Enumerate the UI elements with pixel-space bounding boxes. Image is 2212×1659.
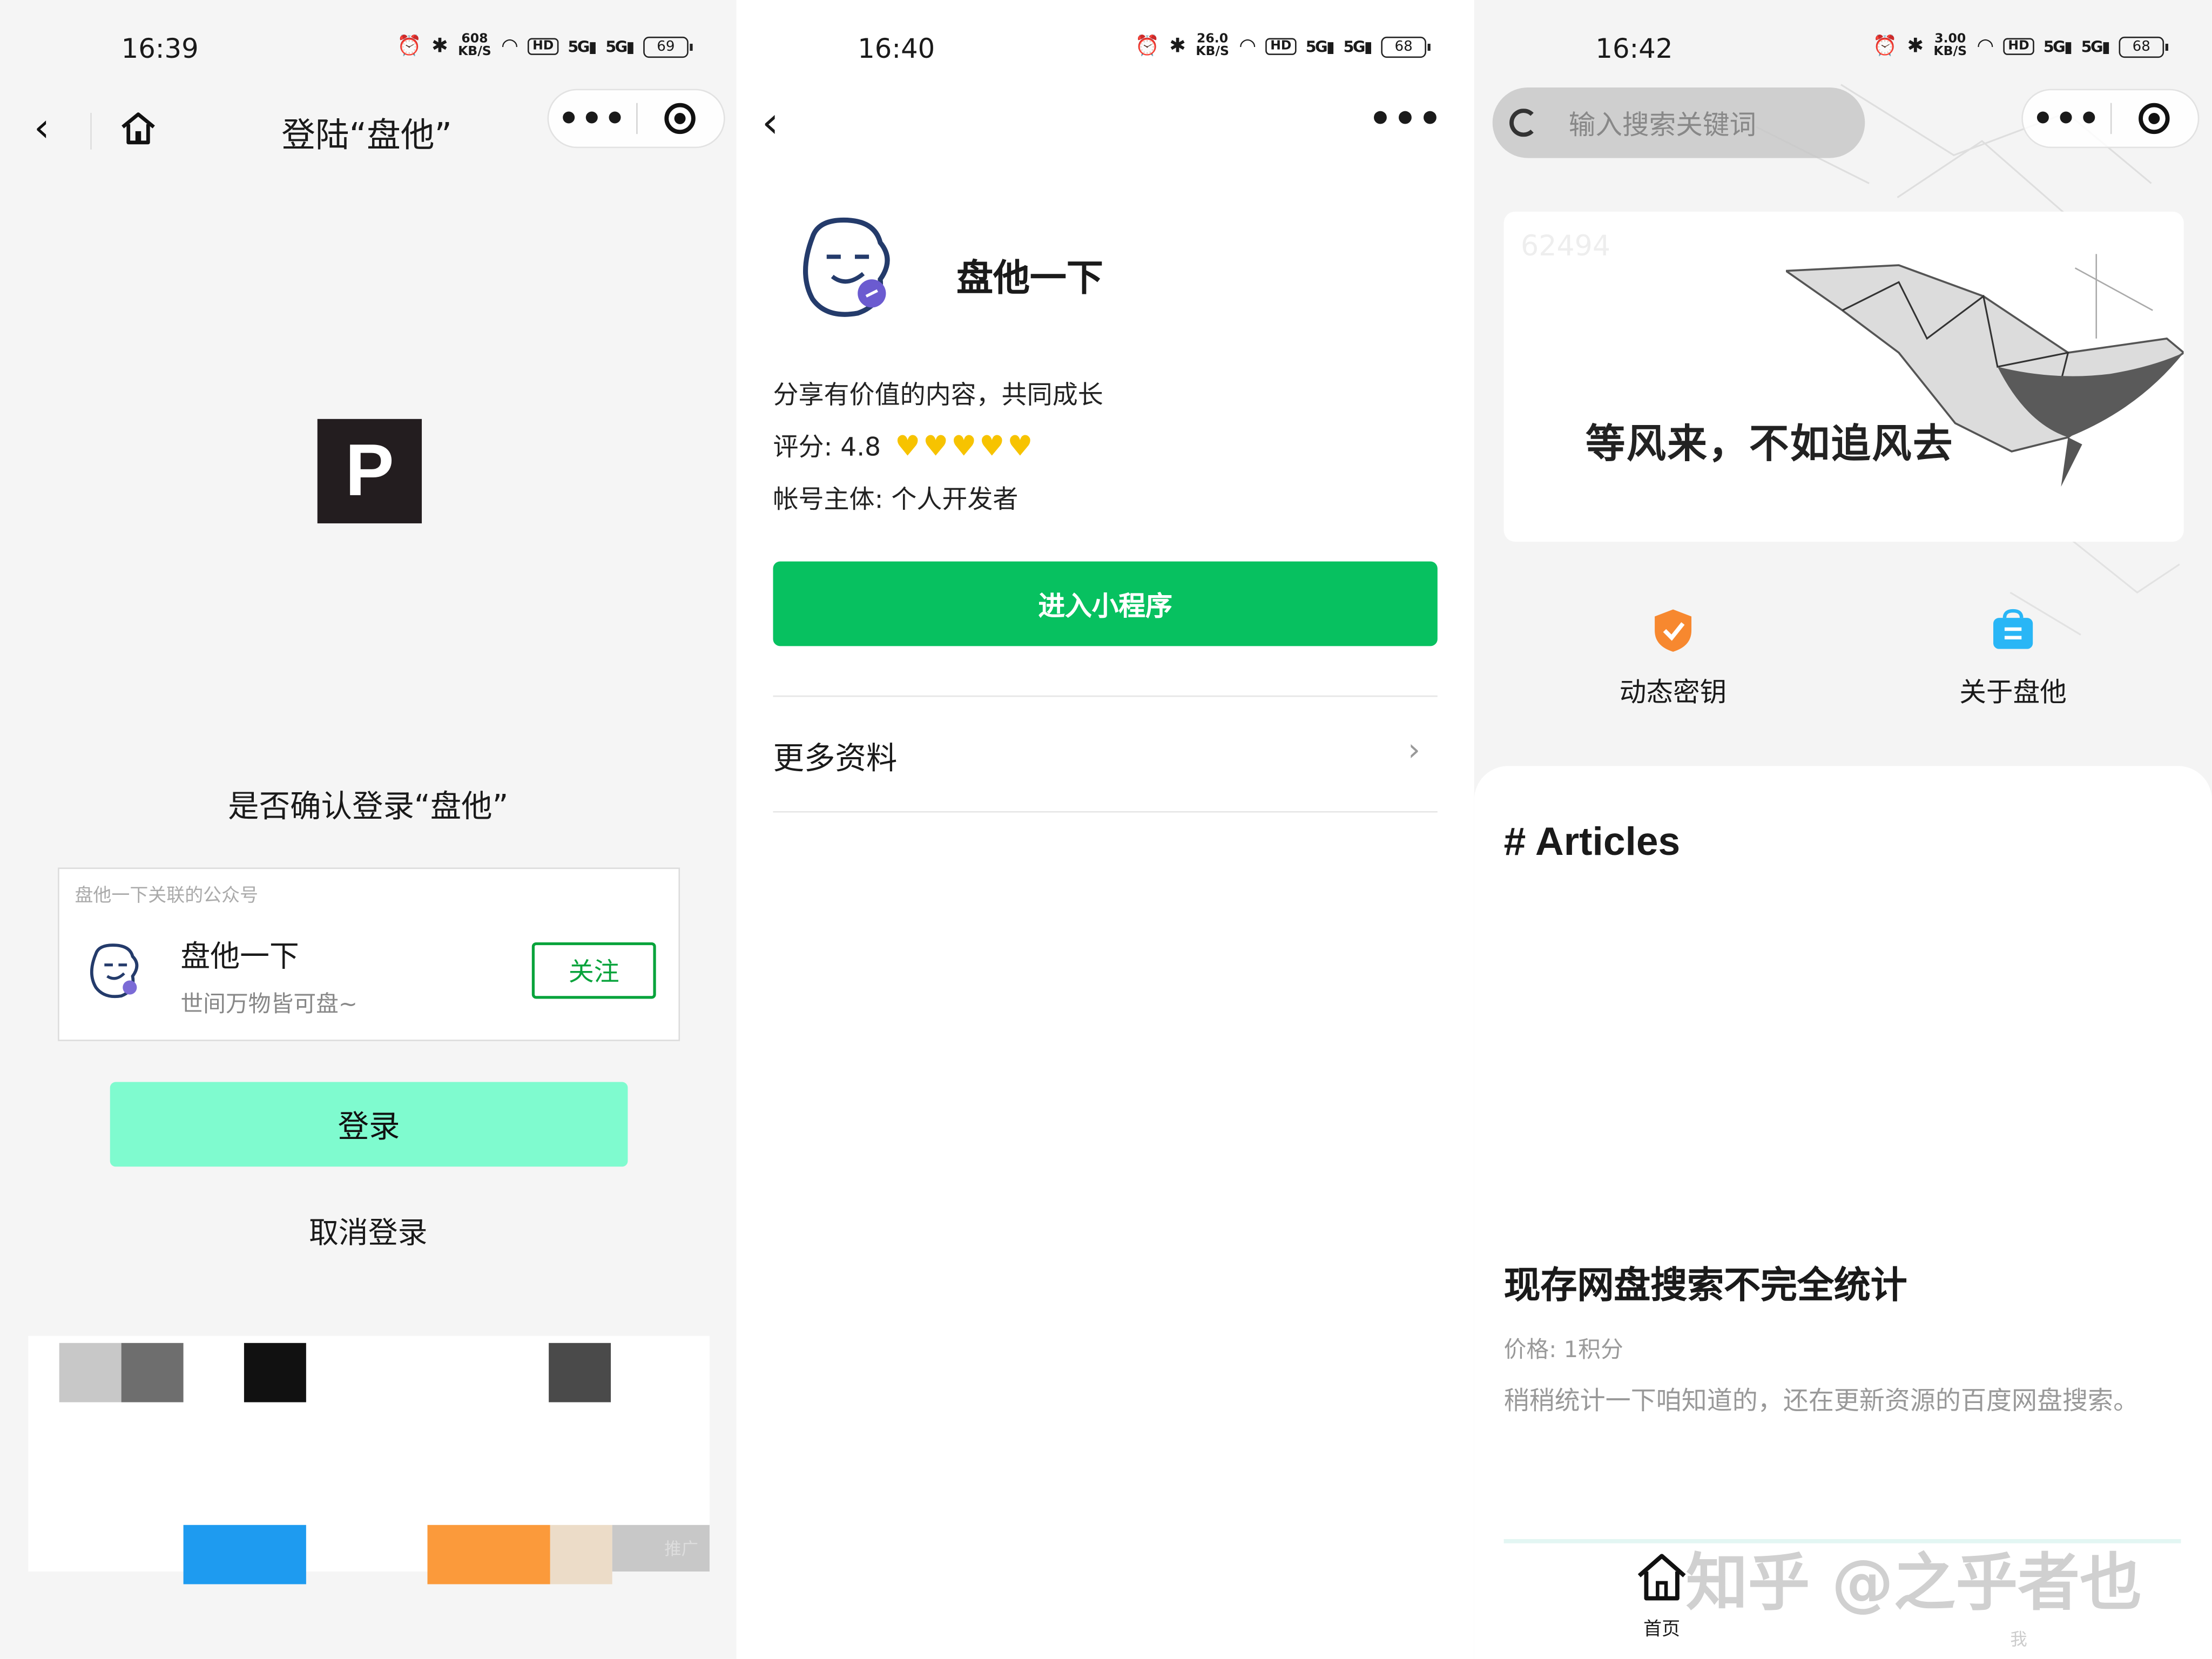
app-avatar (793, 212, 906, 325)
confirm-prompt: 是否确认登录“盘他” (228, 790, 509, 826)
alarm-icon: ⏰ (397, 35, 422, 58)
close-miniprogram-button[interactable] (2112, 103, 2197, 134)
banner-slogan: 等风来，不如追风去 (1586, 420, 1954, 467)
more-menu-button[interactable]: ••• (549, 102, 636, 136)
watermark: 知乎 @之乎者也 (1685, 1547, 2142, 1620)
alarm-icon: ⏰ (1872, 35, 1898, 58)
article-description: 稍稍统计一下咱知道的，还在更新资源的百度网盘搜索。 (1503, 1386, 2139, 1417)
status-bar: 16:42 ⏰ ✱ 3.00 KB/S ◠ HD 5G▮ 5G▮ 68 (1474, 25, 2212, 73)
battery-icon: 68 (1381, 36, 1431, 57)
follow-button[interactable]: 关注 (531, 942, 656, 999)
heart-rating-icon: ♥♥♥♥♥ (895, 429, 1036, 463)
nav-divider (90, 112, 92, 150)
status-bar: 16:40 ⏰ ✱ 26.0 KB/S ◠ HD 5G▮ 5G▮ 68 (737, 25, 1474, 73)
status-bar: 16:39 ⏰ ✱ 608 KB/S ◠ HD 5G▮ 5G▮ 69 (0, 25, 737, 73)
back-icon[interactable]: ‹ (34, 104, 50, 151)
enter-miniprogram-button[interactable]: 进入小程序 (773, 561, 1438, 646)
divider (773, 811, 1438, 813)
target-icon (2139, 103, 2170, 134)
articles-section: # Articles 现存网盘搜索不完全统计 价格: 1积分 稍稍统计一下咱知道… (1474, 766, 2212, 1659)
app-rating: 评分: 4.8 ♥♥♥♥♥ (773, 427, 1035, 464)
rating-label: 评分: 4.8 (773, 433, 881, 463)
battery-icon: 69 (643, 36, 693, 57)
ad-banner[interactable]: 推广 (28, 1336, 710, 1584)
feature-label: 关于盘他 (1959, 677, 2067, 709)
search-placeholder: 输入搜索关键词 (1568, 109, 1757, 140)
account-card-header: 盘他一下关联的公众号 (75, 886, 259, 907)
ad-pixel-block (121, 1343, 184, 1402)
network-speed: 608 KB/S (458, 32, 491, 59)
account-owner: 帐号主体: 个人开发者 (773, 485, 1019, 515)
miniprogram-capsule: ••• (547, 89, 725, 149)
network-speed: 3.00 KB/S (1933, 32, 1967, 59)
login-confirm-screen: 16:39 ⏰ ✱ 608 KB/S ◠ HD 5G▮ 5G▮ 69 ‹ 登陆“盘… (0, 0, 737, 1659)
shield-check-icon (1655, 609, 1692, 652)
bag-info-icon (1993, 609, 2033, 649)
banner-number: 62494 (1520, 228, 1611, 262)
miniprogram-capsule: ••• (2021, 89, 2200, 149)
account-description: 世间万物皆可盘~ (180, 990, 358, 1017)
signal-icon: 5G▮ (568, 37, 597, 56)
avatar (85, 940, 147, 1007)
miniprogram-home-screen: 16:42 ⏰ ✱ 3.00 KB/S ◠ HD 5G▮ 5G▮ 68 输入搜索关… (1474, 0, 2212, 1659)
close-miniprogram-button[interactable] (638, 103, 724, 134)
bluetooth-icon: ✱ (1169, 35, 1186, 58)
articles-heading: # Articles (1503, 819, 1681, 864)
back-icon[interactable]: ‹ (762, 99, 779, 148)
banner[interactable]: 62494 等风来，不如追风去 (1503, 211, 2184, 542)
app-name: 盘他一下 (956, 258, 1103, 301)
home-icon[interactable] (118, 109, 158, 154)
hd-icon: HD (528, 38, 558, 55)
bluetooth-icon: ✱ (431, 35, 448, 58)
ad-pixel-block (59, 1343, 122, 1402)
wifi-icon: ◠ (501, 35, 518, 58)
chevron-right-icon: › (1407, 733, 1420, 769)
hd-icon: HD (1266, 38, 1296, 55)
ad-pixel-block (183, 1525, 306, 1584)
official-account-card: 盘他一下关联的公众号 盘他一下 世间万物皆可盘~ 关注 (58, 867, 680, 1041)
signal-icon: 5G▮ (1343, 37, 1372, 56)
screenshot-stage: 16:39 ⏰ ✱ 608 KB/S ◠ HD 5G▮ 5G▮ 69 ‹ 登陆“盘… (0, 0, 2212, 1659)
status-time: 16:39 (121, 33, 199, 65)
feature-about[interactable]: 关于盘他 (1914, 606, 2112, 710)
ad-pixel-block (550, 1525, 612, 1584)
status-time: 16:42 (1595, 33, 1673, 65)
target-icon (665, 103, 697, 134)
alarm-icon: ⏰ (1135, 35, 1160, 58)
tab-me[interactable]: 我 (2010, 1627, 2027, 1650)
ad-pixel-block (427, 1525, 550, 1584)
search-input[interactable]: 输入搜索关键词 (1492, 87, 1865, 158)
wifi-icon: ◠ (1239, 35, 1257, 58)
app-description: 分享有价值的内容，共同成长 (773, 381, 1103, 411)
cancel-login-button[interactable]: 取消登录 (0, 1210, 737, 1252)
more-info-label: 更多资料 (773, 742, 898, 778)
article-price: 价格: 1积分 (1503, 1336, 1623, 1363)
signal-icon: 5G▮ (1305, 37, 1335, 56)
account-name: 盘他一下 (180, 939, 299, 974)
feature-label: 动态密钥 (1619, 677, 1727, 709)
ad-pixel-block (244, 1343, 306, 1402)
ad-tag: 推广 (664, 1539, 699, 1559)
page-title: 登陆“盘他” (281, 116, 453, 156)
battery-icon: 68 (2119, 36, 2168, 57)
article-title: 现存网盘搜索不完全统计 (1503, 1265, 1907, 1308)
feature-dynamic-key[interactable]: 动态密钥 (1574, 606, 1772, 710)
ad-pixel-block (549, 1343, 611, 1402)
network-speed: 26.0 KB/S (1196, 32, 1229, 59)
loading-icon (1509, 109, 1538, 137)
miniprogram-profile-screen: 16:40 ⏰ ✱ 26.0 KB/S ◠ HD 5G▮ 5G▮ 68 ‹ •••… (736, 0, 1474, 1659)
signal-icon: 5G▮ (2043, 37, 2073, 56)
bluetooth-icon: ✱ (1907, 35, 1924, 58)
signal-icon: 5G▮ (2081, 37, 2110, 56)
login-button[interactable]: 登录 (110, 1082, 628, 1167)
hd-icon: HD (2004, 38, 2034, 55)
home-icon (1637, 1554, 1686, 1601)
signal-icon: 5G▮ (605, 37, 635, 56)
wifi-icon: ◠ (1977, 35, 1994, 58)
more-menu-button[interactable]: ••• (2023, 102, 2110, 136)
status-time: 16:40 (858, 33, 935, 65)
app-logo: P (317, 419, 422, 524)
more-menu-button[interactable]: ••• (1368, 99, 1443, 141)
divider (773, 695, 1438, 697)
